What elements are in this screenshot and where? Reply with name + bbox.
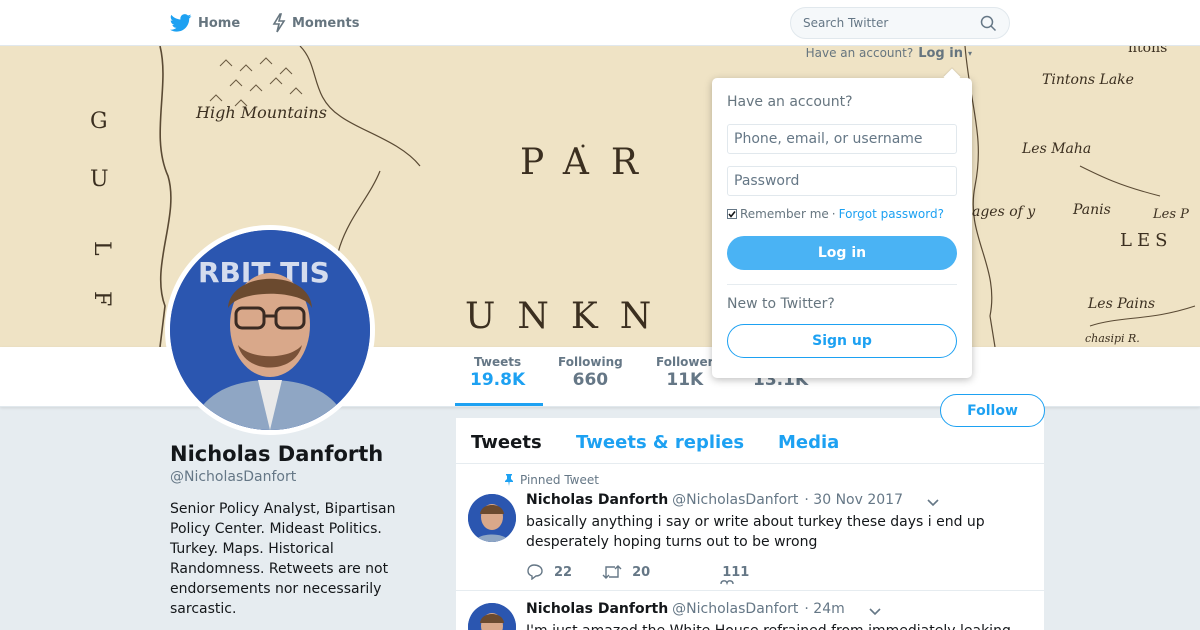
nav-moments-label: Moments <box>292 15 360 31</box>
profile-name[interactable]: Nicholas Danforth <box>170 442 430 466</box>
banner-label-ntons: ntons <box>1128 46 1167 56</box>
reply-action[interactable]: 22 <box>526 564 572 580</box>
tweet-header: Nicholas Danforth @NicholasDanfort · 30 No… <box>526 492 903 508</box>
search-box[interactable] <box>790 7 1010 39</box>
tweet-author-handle[interactable]: @NicholasDanfort <box>672 492 798 508</box>
dropdown-divider <box>727 284 957 285</box>
tweet-timestamp[interactable]: · 30 Nov 2017 <box>804 492 903 508</box>
tweet-avatar-photo <box>468 603 516 630</box>
login-link[interactable]: Log in <box>918 46 963 61</box>
stat-followers[interactable]: Follower 11K <box>656 355 714 390</box>
username-field[interactable] <box>727 124 957 154</box>
lightning-icon <box>272 13 286 33</box>
nav-moments[interactable]: Moments <box>272 0 359 46</box>
tweet-author-handle[interactable]: @NicholasDanfort <box>672 601 798 617</box>
banner-label-g: G <box>90 109 108 134</box>
remember-label[interactable]: Remember me <box>740 207 829 221</box>
pin-icon <box>505 474 513 486</box>
tweet-text: I'm just amazed the White House refraine… <box>526 621 1026 630</box>
banner-label-par: PAR <box>520 142 660 183</box>
banner-label-unkn: UNKN <box>465 296 673 337</box>
banner-label-u: U <box>90 167 109 192</box>
nav-home-label: Home <box>198 15 241 31</box>
banner-label-f: F <box>89 291 114 306</box>
search-icon[interactable] <box>980 15 997 32</box>
forgot-password-link[interactable]: Forgot password? <box>839 207 944 221</box>
signup-button[interactable]: Sign up <box>727 324 957 358</box>
tab-tweets[interactable]: Tweets <box>471 432 542 453</box>
checkmark-icon <box>728 211 736 218</box>
dropdown-title: Have an account? <box>727 94 853 110</box>
stat-tweets-label: Tweets <box>474 355 522 369</box>
reply-count: 22 <box>554 564 573 580</box>
tab-tweets-replies[interactable]: Tweets & replies <box>576 432 744 453</box>
login-dropdown: Have an account? Remember me · Forgot pa… <box>712 78 972 378</box>
nav-home[interactable]: Home <box>170 0 240 46</box>
banner-label-mountains: High Mountains <box>195 103 327 122</box>
tweet-header: Nicholas Danforth @NicholasDanfort · 24m <box>526 601 845 617</box>
chevron-down-icon[interactable] <box>926 498 940 508</box>
reply-icon <box>527 564 543 580</box>
tweet-author-name[interactable]: Nicholas Danforth <box>526 492 668 508</box>
caret-down-icon: ▾ <box>967 48 972 58</box>
remember-checkbox[interactable] <box>727 209 737 219</box>
profile-avatar[interactable]: RBIT TIS <box>165 225 375 435</box>
search-input[interactable] <box>803 16 973 30</box>
banner-label-pains: Les Pains <box>1087 296 1155 312</box>
banner-label-panis: Panis <box>1072 202 1111 218</box>
tab-media[interactable]: Media <box>778 432 839 453</box>
like-action[interactable]: 111 <box>720 564 750 585</box>
retweet-icon <box>602 565 622 579</box>
tweet-item[interactable]: Nicholas Danforth@NicholasDanfort · 24m I… <box>456 591 1044 630</box>
stat-followers-value: 11K <box>666 370 704 390</box>
profile-description: Senior Policy Analyst, Bipartisan Policy… <box>170 501 396 617</box>
banner-label-l: L <box>89 241 114 256</box>
banner-label-ages: ages of y <box>972 204 1036 220</box>
retweet-action[interactable]: 20 <box>602 564 650 580</box>
profile-bio-card: Nicholas Danforth @NicholasDanfort Senio… <box>170 442 430 619</box>
login-prompt: Have an account? <box>805 46 914 60</box>
stat-tweets[interactable]: Tweets 19.8K <box>470 355 525 390</box>
stat-followers-label: Follower <box>656 355 714 369</box>
profile-handle[interactable]: @NicholasDanfort <box>170 469 430 485</box>
heart-icon <box>720 579 734 585</box>
pinned-label-text: Pinned Tweet <box>520 473 599 487</box>
stat-following-label: Following <box>558 355 623 369</box>
remember-separator: · <box>831 207 836 221</box>
tweet-actions: 22 20 111 <box>526 564 779 585</box>
tweet-author-name[interactable]: Nicholas Danforth <box>526 601 668 617</box>
twitter-bird-icon <box>170 14 192 32</box>
tweet-item[interactable]: Pinned Tweet Nicholas Danforth @NicholasD… <box>456 465 1044 591</box>
banner-label-les: LES <box>1120 230 1172 251</box>
follow-button[interactable]: Follow <box>940 394 1045 427</box>
new-to-twitter-label: New to Twitter? <box>727 296 835 312</box>
tweet-avatar[interactable] <box>468 494 516 542</box>
tweet-avatar[interactable] <box>468 603 516 630</box>
banner-label-maha: Les Maha <box>1021 141 1091 157</box>
login-strip: Have an account? Log in ▾ <box>806 45 972 61</box>
banner-label-chasipi: chasipi R. <box>1085 332 1140 345</box>
banner-label-lesp: Les P <box>1152 207 1189 222</box>
like-count: 111 <box>722 564 750 580</box>
tweet-timestamp[interactable]: · 24m <box>804 601 844 617</box>
banner-label-tintons: Tintons Lake <box>1042 72 1134 88</box>
stat-following-value: 660 <box>572 370 609 390</box>
stat-tweets-value: 19.8K <box>470 370 526 390</box>
tweet-avatar-photo <box>468 494 516 542</box>
pinned-tweet-label: Pinned Tweet <box>504 473 599 487</box>
login-button[interactable]: Log in <box>727 236 957 270</box>
remember-row: Remember me · Forgot password? <box>727 207 944 221</box>
tweet-text: basically anything i say or write about … <box>526 514 985 550</box>
timeline: Tweets Tweets & replies Media Pinned Twe… <box>456 418 1044 630</box>
retweet-count: 20 <box>632 564 651 580</box>
password-field[interactable] <box>727 166 957 196</box>
stat-following[interactable]: Following 660 <box>558 355 623 390</box>
top-navigation: Home Moments <box>0 0 1200 46</box>
avatar-photo: RBIT TIS <box>170 230 370 430</box>
chevron-down-icon[interactable] <box>868 607 882 617</box>
active-stat-underline <box>455 403 543 406</box>
